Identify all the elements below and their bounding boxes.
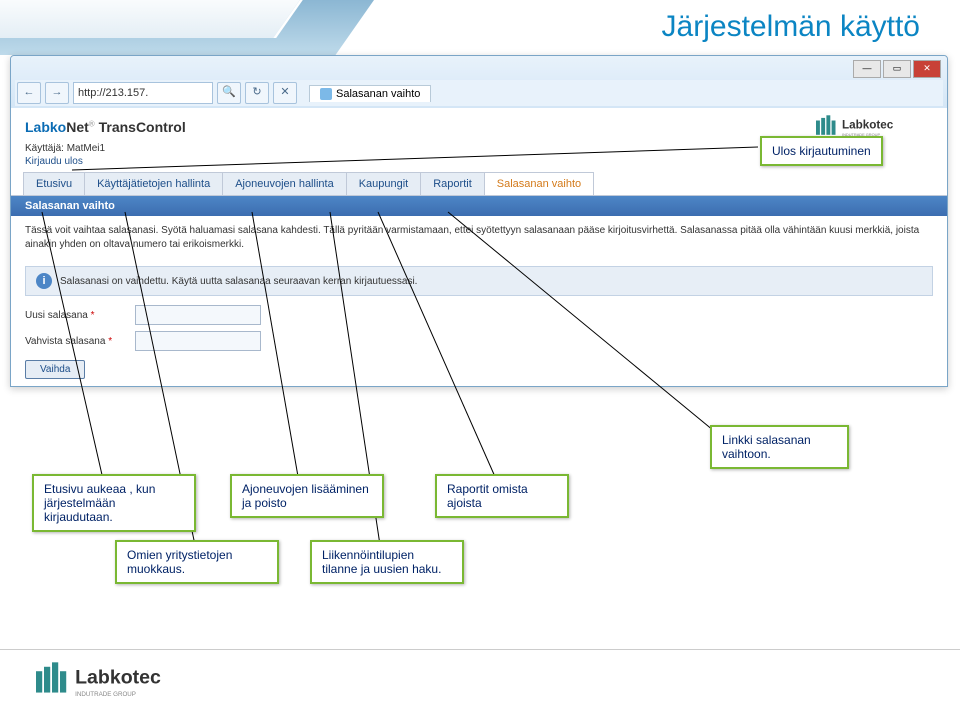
label-confirm-password: Vahvista salasana * [25,336,135,347]
section-description: Tässä voit vaihtaa salasanasi. Syötä hal… [11,216,947,260]
section-title: Salasanan vaihto [11,196,947,216]
info-icon: i [36,273,52,289]
tab-raportit[interactable]: Raportit [420,172,485,195]
callout-company: Omien yritystietojen muokkaus. [115,540,279,584]
browser-toolbar: ← → http://213.157. 🔍 ↻ ✕ Salasanan vaih… [15,80,943,106]
tabs-row: Etusivu Käyttäjätietojen hallinta Ajoneu… [11,172,947,196]
window-controls: — ▭ ✕ [15,58,943,80]
browser-tab[interactable]: Salasanan vaihto [309,85,431,102]
submit-button[interactable]: Vaihda [25,360,85,379]
svg-text:INDUTRADE GROUP: INDUTRADE GROUP [75,691,136,698]
info-banner: i Salasanasi on vaihdettu. Käytä uutta s… [25,266,933,296]
tab-ajoneuvot[interactable]: Ajoneuvojen hallinta [222,172,346,195]
callout-reports: Raportit omista ajoista [435,474,569,518]
tab-kaupungit[interactable]: Kaupungit [346,172,422,195]
tab-salasanan-vaihto[interactable]: Salasanan vaihto [484,172,594,195]
close-button[interactable]: ✕ [913,60,941,78]
browser-window: — ▭ ✕ ← → http://213.157. 🔍 ↻ ✕ Salasana… [10,55,948,387]
callout-password-link: Linkki salasanan vaihtoon. [710,425,849,469]
label-new-password: Uusi salasana * [25,310,135,321]
browser-chrome: — ▭ ✕ ← → http://213.157. 🔍 ↻ ✕ Salasana… [11,56,947,108]
tab-title: Salasanan vaihto [336,88,420,100]
brand-part1: Labko [25,119,66,135]
footer-labkotec-logo: Labkotec INDUTRADE GROUP [36,660,196,702]
info-banner-text: Salasanasi on vaihdettu. Käytä uutta sal… [60,276,417,287]
decor-stripe-2 [0,0,310,38]
svg-text:Labkotec: Labkotec [842,118,894,131]
favicon-icon [320,88,332,100]
input-new-password[interactable] [135,305,261,325]
tab-etusivu[interactable]: Etusivu [23,172,85,195]
logout-link[interactable]: Kirjaudu ulos [25,156,83,167]
callout-frontpage: Etusivu aukeaa , kun järjestelmään kirja… [32,474,196,532]
input-confirm-password[interactable] [135,331,261,351]
brand-reg: ® [89,119,95,128]
refresh-button[interactable]: ↻ [245,82,269,104]
brand-product: TransControl [99,119,186,135]
footer-bar: Labkotec INDUTRADE GROUP [0,649,960,712]
minimize-button[interactable]: — [853,60,881,78]
user-name: MatMei1 [67,143,105,154]
address-bar[interactable]: http://213.157. [73,82,213,104]
forward-button[interactable]: → [45,82,69,104]
brand-part2: Net [66,119,89,135]
form-row-new-password: Uusi salasana * [11,302,947,328]
stop-button[interactable]: ✕ [273,82,297,104]
back-button[interactable]: ← [17,82,41,104]
user-label: Käyttäjä: [25,143,64,154]
svg-text:Labkotec: Labkotec [75,667,161,689]
search-icon[interactable]: 🔍 [217,82,241,104]
callout-logout: Ulos kirjautuminen [760,136,883,166]
slide-title: Järjestelmän käyttö [662,10,920,44]
product-brand: LabkoNet® TransControl [25,119,186,135]
callout-vehicles: Ajoneuvojen lisääminen ja poisto [230,474,384,518]
tab-kayttajatiedot[interactable]: Käyttäjätietojen hallinta [84,172,223,195]
maximize-button[interactable]: ▭ [883,60,911,78]
callout-permits: Liikennöintilupien tilanne ja uusien hak… [310,540,464,584]
form-row-confirm-password: Vahvista salasana * [11,328,947,354]
